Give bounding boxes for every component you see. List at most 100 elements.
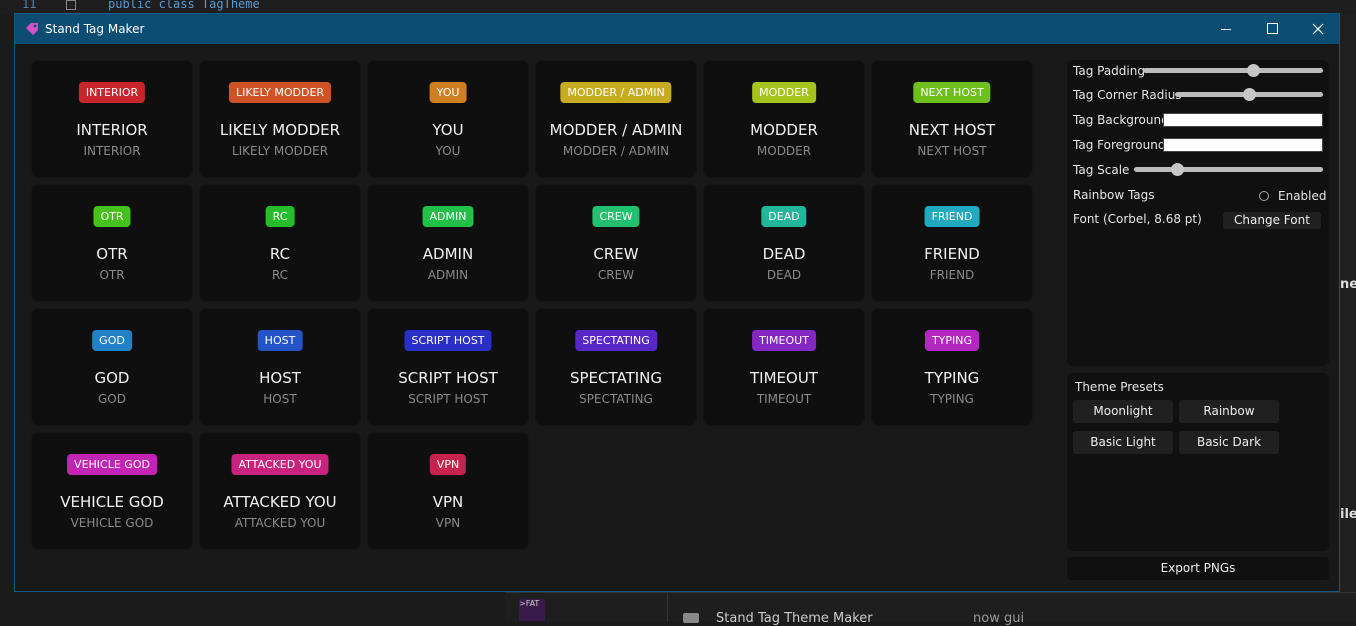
minimize-button[interactable] xyxy=(1203,14,1249,44)
tag-badge: MODDER xyxy=(752,82,816,103)
tag-subtitle: TYPING xyxy=(930,392,974,406)
foreground-color-field[interactable] xyxy=(1163,138,1323,152)
scale-slider[interactable] xyxy=(1134,163,1323,176)
tag-card[interactable]: TIMEOUT TIMEOUT TIMEOUT xyxy=(703,308,865,426)
close-button[interactable] xyxy=(1295,14,1341,44)
divider xyxy=(667,593,668,621)
tag-card[interactable]: NEXT HOST NEXT HOST NEXT HOST xyxy=(871,60,1033,178)
tag-card[interactable]: VPN VPN VPN xyxy=(367,432,529,550)
tag-card[interactable]: HOST HOST HOST xyxy=(199,308,361,426)
tag-subtitle: RC xyxy=(271,268,289,282)
tag-subtitle: GOD xyxy=(98,392,126,406)
maximize-button[interactable] xyxy=(1249,14,1295,44)
tag-badge: SCRIPT HOST xyxy=(404,330,492,351)
background-color-field[interactable] xyxy=(1163,113,1323,127)
tag-title: DEAD xyxy=(762,245,806,263)
tag-card[interactable]: LIKELY MODDER LIKELY MODDER LIKELY MODDER xyxy=(199,60,361,178)
tag-subtitle: CREW xyxy=(597,268,635,282)
background-cut-text: ile xyxy=(1340,507,1356,522)
tag-card[interactable]: MODDER MODDER MODDER xyxy=(703,60,865,178)
tag-badge: SPECTATING xyxy=(575,330,657,351)
tag-card[interactable]: CREW CREW CREW xyxy=(535,184,697,302)
tag-title: INTERIOR xyxy=(76,121,148,139)
tag-card[interactable]: ADMIN ADMIN ADMIN xyxy=(367,184,529,302)
tag-card[interactable]: GOD GOD GOD xyxy=(31,308,193,426)
tag-badge: DEAD xyxy=(761,206,807,227)
tag-badge: INTERIOR xyxy=(78,82,146,103)
tag-badge: CREW xyxy=(592,206,640,227)
code-line-number: 11 xyxy=(22,0,37,11)
tag-grid: INTERIOR INTERIOR INTERIOR LIKELY MODDER LI… xyxy=(31,60,1035,550)
enabled-label: Enabled xyxy=(1278,189,1327,203)
tag-badge: YOU xyxy=(429,82,467,103)
tag-subtitle: SCRIPT HOST xyxy=(408,392,488,406)
tag-title: ADMIN xyxy=(422,245,474,263)
tag-card[interactable]: YOU YOU YOU xyxy=(367,60,529,178)
tag-title: VPN xyxy=(432,493,464,511)
tag-subtitle: VEHICLE GOD xyxy=(70,516,154,530)
file-name[interactable]: Stand Tag Theme Maker xyxy=(716,611,873,626)
minimize-icon xyxy=(1221,29,1231,30)
settings-panel: Tag Padding Tag Corner Radius Tag Backgr… xyxy=(1067,60,1329,366)
tag-card[interactable]: SCRIPT HOST SCRIPT HOST SCRIPT HOST xyxy=(367,308,529,426)
tag-title: VEHICLE GOD xyxy=(60,493,164,511)
tag-subtitle: MODDER / ADMIN xyxy=(562,144,670,158)
scale-slider-thumb[interactable] xyxy=(1171,163,1185,176)
tag-card[interactable]: DEAD DEAD DEAD xyxy=(703,184,865,302)
corner-radius-slider[interactable] xyxy=(1175,88,1323,101)
tag-subtitle: INTERIOR xyxy=(83,144,141,158)
tag-card[interactable]: SPECTATING SPECTATING SPECTATING xyxy=(535,308,697,426)
rainbow-enabled-checkbox[interactable] xyxy=(1259,191,1269,201)
padding-slider-thumb[interactable] xyxy=(1246,64,1260,77)
tag-card[interactable]: FRIEND FRIEND FRIEND xyxy=(871,184,1033,302)
tag-title: GOD xyxy=(94,369,130,387)
tag-title: YOU xyxy=(432,121,464,139)
tag-title: CREW xyxy=(593,245,639,263)
tag-card[interactable]: TYPING TYPING TYPING xyxy=(871,308,1033,426)
corner-radius-slider-thumb[interactable] xyxy=(1243,88,1256,101)
tag-title: HOST xyxy=(259,369,301,387)
tag-card[interactable]: RC RC RC xyxy=(199,184,361,302)
tag-badge: VPN xyxy=(429,454,467,475)
presets-title: Theme Presets xyxy=(1075,380,1164,394)
tag-subtitle: SPECTATING xyxy=(579,392,653,406)
background-code-line: 11 public class TagTheme xyxy=(0,0,1356,14)
tag-title: FRIEND xyxy=(924,245,980,263)
tag-title: MODDER xyxy=(750,121,818,139)
tag-subtitle: TIMEOUT xyxy=(756,392,812,406)
tag-subtitle: HOST xyxy=(263,392,297,406)
tag-card[interactable]: ATTACKED YOU ATTACKED YOU ATTACKED YOU xyxy=(199,432,361,550)
background-right-edge: ne ile xyxy=(1340,14,1356,620)
preset-basic-light-button[interactable]: Basic Light xyxy=(1073,431,1173,454)
tag-card[interactable]: VEHICLE GOD VEHICLE GOD VEHICLE GOD xyxy=(31,432,193,550)
tag-subtitle: VPN xyxy=(435,516,461,530)
tag-title: OTR xyxy=(96,245,128,263)
tag-card[interactable]: MODDER / ADMIN MODDER / ADMIN MODDER / ADM… xyxy=(535,60,697,178)
thumbnail: >FAT xyxy=(519,599,545,621)
preset-basic-dark-button[interactable]: Basic Dark xyxy=(1179,431,1279,454)
tag-subtitle: MODDER xyxy=(756,144,812,158)
background-panel xyxy=(0,592,505,620)
tag-subtitle: ATTACKED YOU xyxy=(234,516,326,530)
foreground-color-label: Tag Foreground xyxy=(1073,138,1166,152)
title-bar[interactable]: Stand Tag Maker xyxy=(15,14,1339,44)
export-pngs-button[interactable]: Export PNGs xyxy=(1067,557,1329,580)
tag-card[interactable]: INTERIOR INTERIOR INTERIOR xyxy=(31,60,193,178)
tag-title: TIMEOUT xyxy=(750,369,818,387)
theme-presets-panel: Theme Presets Moonlight Rainbow Basic Li… xyxy=(1067,373,1329,551)
file-meta: now gui xyxy=(973,611,1025,626)
preset-rainbow-button[interactable]: Rainbow xyxy=(1179,400,1279,423)
maximize-icon xyxy=(1267,23,1278,34)
preset-moonlight-button[interactable]: Moonlight xyxy=(1073,400,1173,423)
padding-label: Tag Padding xyxy=(1073,64,1145,78)
tag-card[interactable]: OTR OTR OTR xyxy=(31,184,193,302)
rainbow-tags-label: Rainbow Tags xyxy=(1073,188,1155,202)
tag-subtitle: LIKELY MODDER xyxy=(231,144,329,158)
tag-badge: NEXT HOST xyxy=(913,82,991,103)
close-icon xyxy=(1312,23,1324,35)
tag-title: RC xyxy=(269,245,291,263)
tag-title: NEXT HOST xyxy=(908,121,996,139)
change-font-button[interactable]: Change Font xyxy=(1223,212,1321,229)
tag-title: MODDER / ADMIN xyxy=(549,121,683,139)
padding-slider[interactable] xyxy=(1143,64,1323,77)
